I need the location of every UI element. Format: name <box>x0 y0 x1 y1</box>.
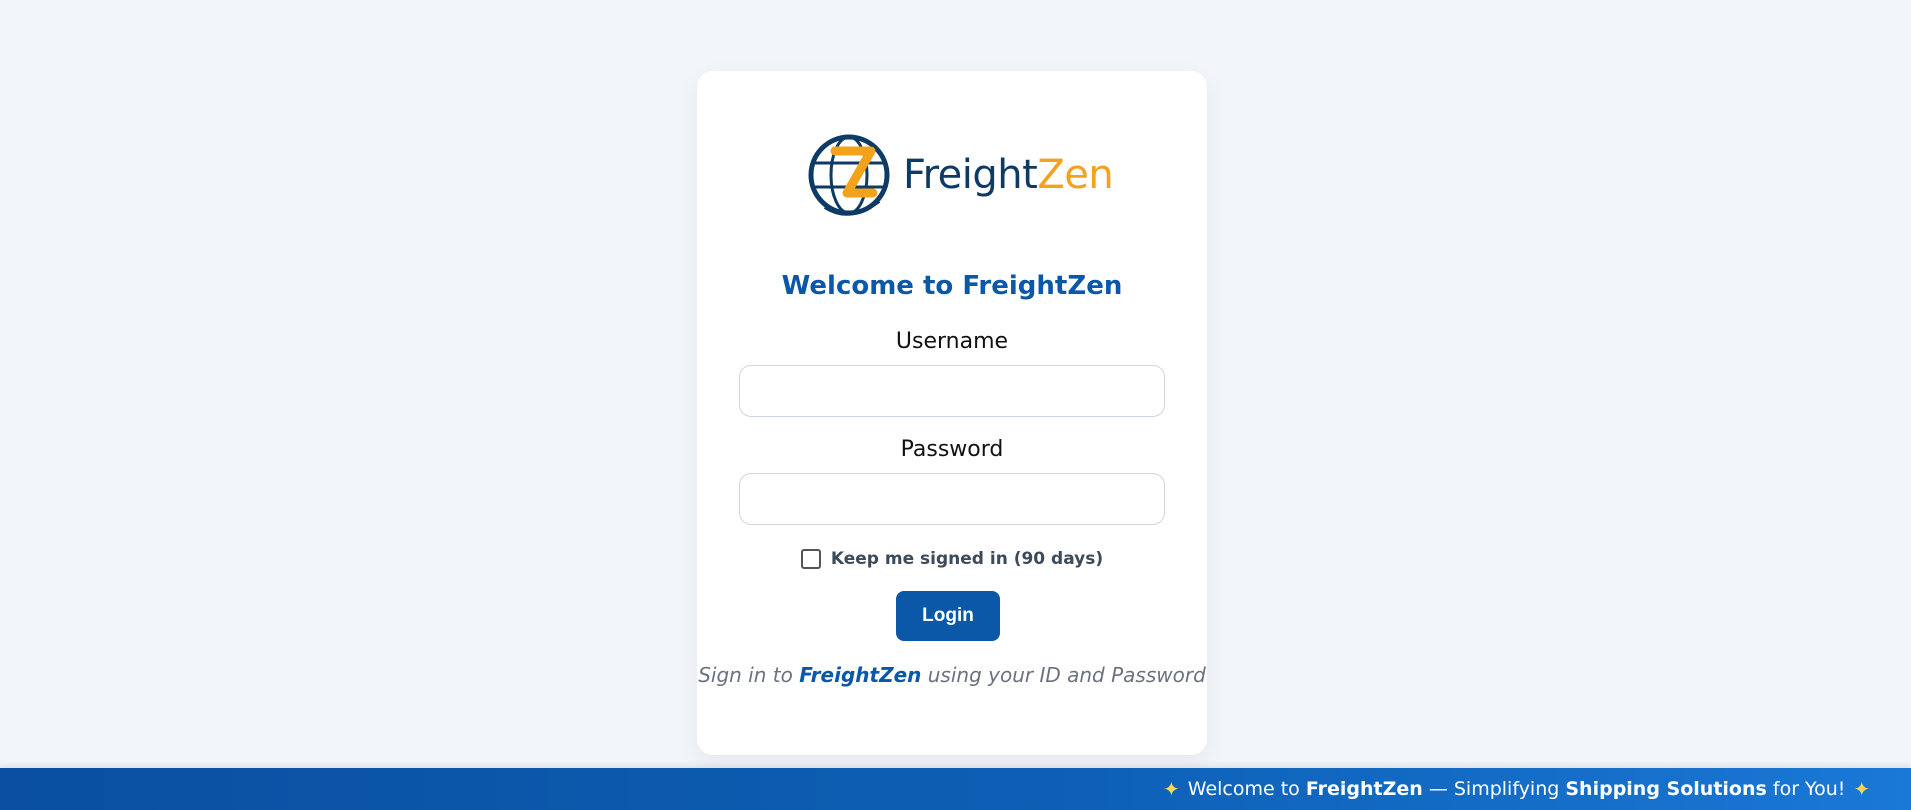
login-page: FreightZen Welcome to FreightZen Usernam… <box>0 0 1911 810</box>
ticker-text-3: — Simplifying <box>1428 778 1560 800</box>
signin-helper-text: Sign in to FreightZen using your ID and … <box>697 663 1207 687</box>
brand-wordmark: FreightZen <box>903 152 1114 198</box>
ticker-text-1: Welcome to <box>1187 778 1300 800</box>
username-input[interactable] <box>739 365 1165 417</box>
login-card: FreightZen Welcome to FreightZen Usernam… <box>697 71 1207 755</box>
helper-prefix: Sign in to <box>698 663 793 687</box>
brand-name-zen: Zen <box>1037 152 1114 198</box>
password-input[interactable] <box>739 473 1165 525</box>
helper-brand: FreightZen <box>799 663 922 687</box>
remember-me-checkbox[interactable] <box>800 549 821 569</box>
username-label: Username <box>895 329 1009 354</box>
ticker-text-5: for You! <box>1772 778 1846 800</box>
welcome-ticker-banner: ✦ Welcome to FreightZen — Simplifying Sh… <box>0 768 1911 810</box>
login-button[interactable]: Login <box>896 591 1000 641</box>
ticker-text-2: FreightZen <box>1305 778 1423 800</box>
brand-logo: FreightZen <box>805 127 1114 223</box>
helper-suffix: using your ID and Password <box>927 663 1206 687</box>
ticker-text-4: Shipping Solutions <box>1565 778 1767 800</box>
ticker-message: ✦ Welcome to FreightZen — Simplifying Sh… <box>1155 768 1878 810</box>
password-label: Password <box>900 437 1004 462</box>
brand-name-freight: Freight <box>903 152 1038 198</box>
page-title: Welcome to FreightZen <box>781 271 1123 301</box>
sparkles-icon: ✦ <box>1163 777 1180 801</box>
remember-me-label[interactable]: Keep me signed in (90 days) <box>831 549 1103 569</box>
sparkles-icon: ✦ <box>1853 777 1871 801</box>
globe-z-logo-icon <box>808 134 890 216</box>
remember-me-row: Keep me signed in (90 days) <box>697 549 1207 569</box>
